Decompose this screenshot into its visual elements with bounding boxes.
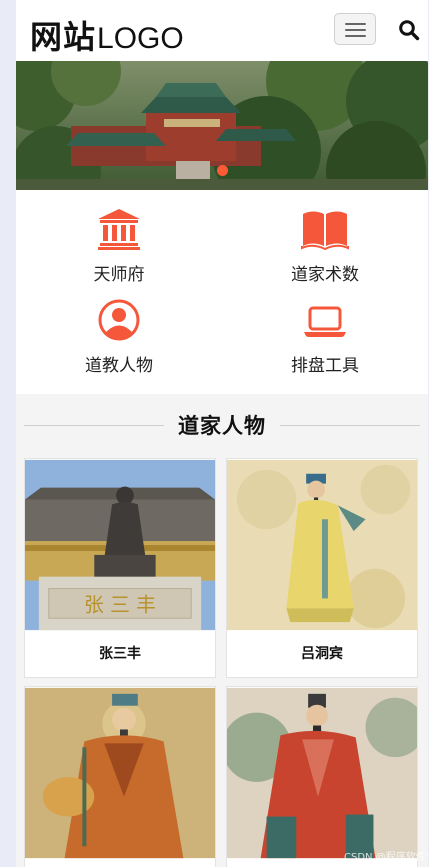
laptop-icon	[304, 306, 346, 337]
category-label: 道家术数	[291, 265, 359, 285]
plaque-text: 张 三 丰	[84, 593, 156, 616]
hero-banner[interactable]	[16, 61, 428, 190]
figure-card[interactable]	[24, 686, 216, 867]
figure-card[interactable]: 张 三 丰 张三丰	[24, 458, 216, 678]
category-item-daojiao-renwu[interactable]: 道教人物	[16, 299, 222, 391]
category-item-daojia-shushu[interactable]: 道家术数	[222, 208, 428, 300]
figure-name	[25, 859, 215, 867]
figure-card[interactable]	[226, 686, 418, 867]
category-label: 排盘工具	[291, 356, 359, 376]
figures-section: 道家人物 张 三 丰 张三丰 吕洞宾	[16, 394, 428, 867]
hamburger-icon	[345, 23, 366, 25]
carousel-dot-active[interactable]	[216, 165, 228, 176]
figure-name: 张三丰	[99, 646, 141, 662]
section-title: 道家人物	[178, 414, 266, 438]
hamburger-icon	[345, 29, 366, 31]
hamburger-icon	[345, 35, 366, 37]
site-logo[interactable]: 网站 LOGO	[30, 12, 184, 56]
menu-toggle-button[interactable]	[334, 13, 376, 45]
category-label: 道教人物	[85, 356, 153, 376]
logo-text-cn: 网站	[30, 18, 97, 56]
page: 网站 LOGO 天师府 道家术数 道教人物 排盘工具 道家人物 张 三 丰 张三…	[16, 0, 428, 867]
header: 网站 LOGO	[16, 0, 428, 61]
carousel-indicators	[16, 165, 428, 176]
figure-image	[25, 687, 215, 859]
divider	[280, 424, 420, 426]
figure-card[interactable]: 吕洞宾	[226, 458, 418, 678]
book-icon	[301, 211, 349, 250]
figure-image	[227, 459, 417, 631]
section-heading: 道家人物	[24, 408, 420, 442]
watermark-text: CSDN @程序软件分享	[344, 852, 428, 863]
search-icon[interactable]	[398, 19, 420, 41]
category-label: 天师府	[93, 265, 145, 285]
logo-text-en: LOGO	[97, 22, 184, 55]
figure-name: 吕洞宾	[301, 646, 343, 662]
divider	[24, 424, 164, 426]
figure-image	[227, 687, 417, 859]
user-icon	[98, 299, 140, 341]
building-icon	[98, 209, 140, 250]
category-item-paipan-gongju[interactable]: 排盘工具	[222, 299, 428, 391]
figure-image: 张 三 丰	[25, 459, 215, 631]
category-grid: 天师府 道家术数 道教人物 排盘工具	[16, 195, 428, 390]
category-item-tianshifu[interactable]: 天师府	[16, 208, 222, 300]
